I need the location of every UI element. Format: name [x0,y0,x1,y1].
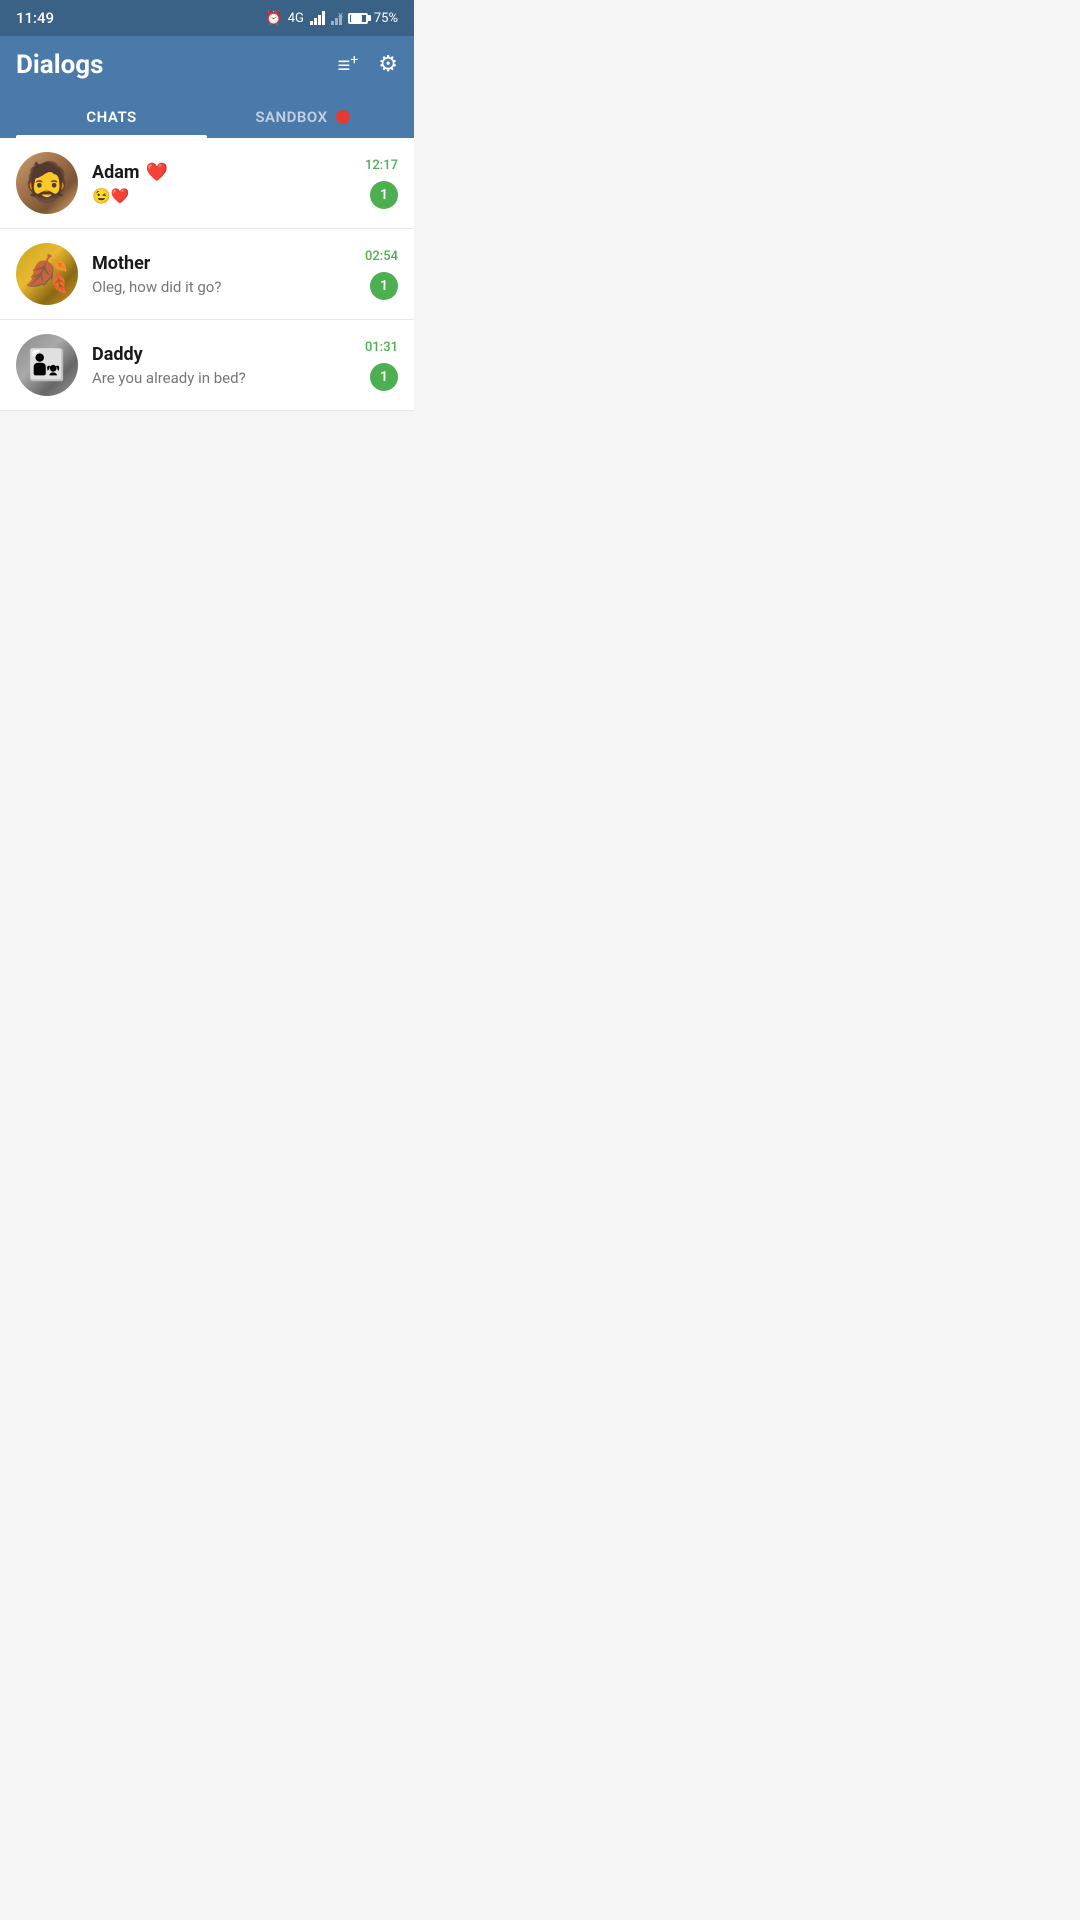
chat-preview-mother: Oleg, how did it go? [92,278,351,296]
avatar-daddy [16,334,78,396]
avatar-mother [16,243,78,305]
chat-content-adam: Adam ❤️ 😉❤️ [92,162,351,205]
chat-preview-adam: 😉❤️ [92,187,351,205]
add-chat-button[interactable]: ≡+ [337,52,358,78]
chat-preview-daddy: Are you already in bed? [92,369,351,387]
chat-list: Adam ❤️ 😉❤️ 12:17 1 Mother Oleg, how did… [0,138,414,411]
chat-time-adam: 12:17 [365,158,398,173]
avatar-adam [16,152,78,214]
network-label: 4G [288,11,304,26]
chat-content-daddy: Daddy Are you already in bed? [92,344,351,387]
chat-content-mother: Mother Oleg, how did it go? [92,253,351,296]
battery-level: 75% [374,11,398,26]
chat-item-daddy[interactable]: Daddy Are you already in bed? 01:31 1 [0,320,414,411]
header: Dialogs ≡+ ⚙ CHATS SANDBOX [0,36,414,138]
tab-chats[interactable]: CHATS [16,96,207,138]
sandbox-notification-dot [336,110,350,124]
chat-meta-daddy: 01:31 1 [365,340,398,391]
settings-button[interactable]: ⚙ [378,52,398,77]
chat-name-daddy: Daddy [92,344,351,365]
chat-name-emoji-adam: ❤️ [145,162,167,183]
tabs: CHATS SANDBOX [16,96,398,138]
status-bar: 11:49 ⏰ 4G 75% [0,0,414,36]
battery-icon [348,13,368,24]
chat-name-adam: Adam ❤️ [92,162,351,183]
signal-bars-icon [310,11,325,25]
unread-badge-daddy: 1 [370,363,398,391]
unread-badge-adam: 1 [370,181,398,209]
header-actions: ≡+ ⚙ [337,52,398,78]
alarm-icon: ⏰ [266,11,282,26]
chat-meta-adam: 12:17 1 [365,158,398,209]
chat-item-mother[interactable]: Mother Oleg, how did it go? 02:54 1 [0,229,414,320]
header-top: Dialogs ≡+ ⚙ [16,50,398,96]
chat-name-mother: Mother [92,253,351,274]
chat-time-daddy: 01:31 [365,340,398,355]
tab-sandbox[interactable]: SANDBOX [207,96,398,138]
chat-item-adam[interactable]: Adam ❤️ 😉❤️ 12:17 1 [0,138,414,229]
chat-meta-mother: 02:54 1 [365,249,398,300]
signal-bars-inactive-icon [331,11,342,25]
status-icons: ⏰ 4G 75% [266,11,399,26]
chat-time-mother: 02:54 [365,249,398,264]
status-time: 11:49 [16,9,54,27]
unread-badge-mother: 1 [370,272,398,300]
page-title: Dialogs [16,50,103,80]
